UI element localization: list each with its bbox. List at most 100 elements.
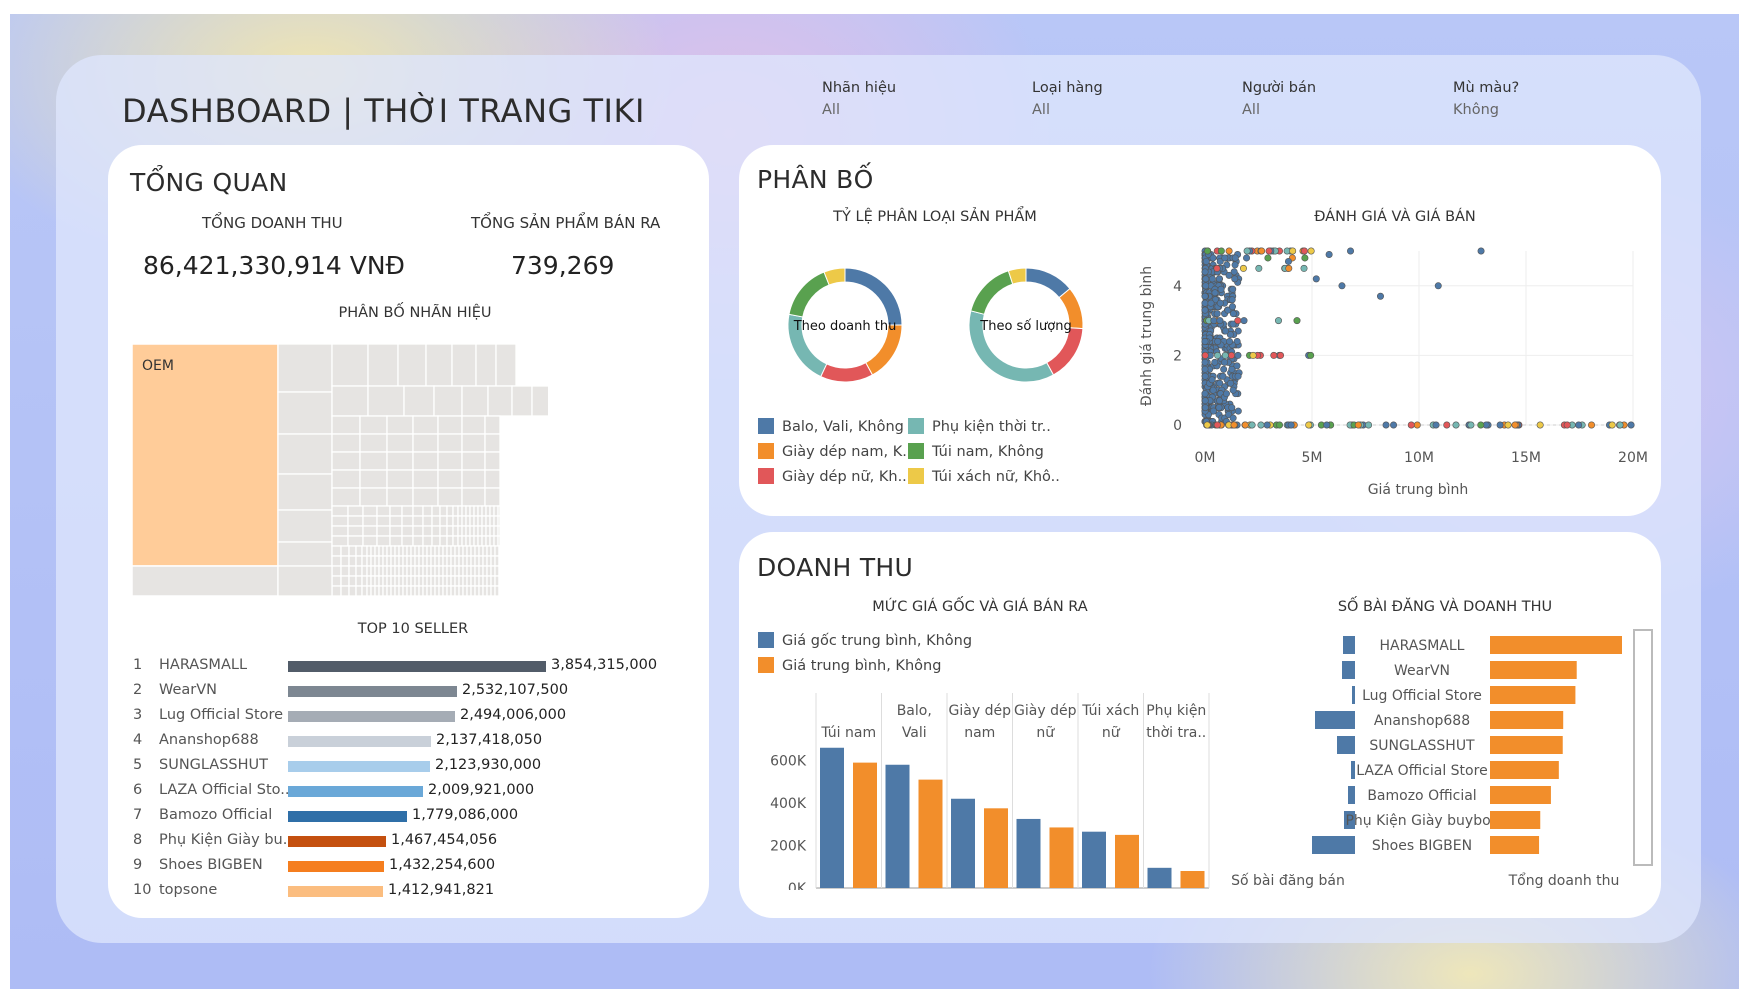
donut-segment[interactable] [820,362,874,383]
scatter-point[interactable] [1338,282,1346,290]
legend-tui-xach[interactable]: Túi xách nữ, Khô.. [908,468,1060,485]
scatter-point[interactable] [1213,264,1221,272]
treemap-cell[interactable] [359,487,388,507]
donut-segment[interactable] [788,271,830,318]
treemap-cell[interactable] [422,525,433,537]
posts-bar[interactable] [1337,736,1355,754]
scatter-point[interactable] [1263,421,1271,429]
filter-brand-value[interactable]: All [822,102,896,118]
posts-bar[interactable] [1312,836,1355,854]
scatter-point[interactable] [1229,386,1237,394]
treemap-cell[interactable] [331,433,361,453]
scatter-point[interactable] [1207,299,1215,307]
treemap-cell[interactable] [412,451,439,471]
scatter-point[interactable] [1222,327,1230,335]
treemap-cell[interactable] [362,515,378,527]
scatter-point[interactable] [1575,421,1583,429]
seller-bar[interactable] [288,686,457,697]
scatter-point[interactable] [1231,254,1239,262]
treemap-cell[interactable] [437,487,463,507]
scatter-point[interactable] [1511,421,1519,429]
scatter-point[interactable] [1209,386,1217,394]
treemap-cell[interactable] [422,505,433,517]
treemap-cell[interactable] [386,415,414,435]
posts-chart-marks[interactable]: HARASMALL WearVN Lug Official Store Anansho… [1312,636,1622,854]
scatter-point[interactable] [1201,268,1209,276]
scatter-point[interactable] [1201,365,1209,373]
treemap-cell[interactable] [361,545,368,557]
scatter-point[interactable] [1227,379,1235,387]
filter-seller[interactable]: Người bán All [1242,80,1316,118]
scatter-point[interactable] [1608,421,1616,429]
scatter-point[interactable] [1201,306,1209,314]
treemap-cell[interactable] [355,585,363,596]
treemap-cell[interactable] [355,555,363,567]
treemap-cell[interactable] [340,565,350,577]
treemap-cell[interactable] [452,515,459,527]
scatter-point[interactable] [1323,421,1331,429]
scatter-point[interactable] [1376,292,1384,300]
donut-segment[interactable] [970,270,1014,315]
brand-treemap[interactable]: OEM [132,344,548,596]
scatter-point[interactable] [1213,421,1221,429]
scatter-point[interactable] [1307,351,1315,359]
scatter-point[interactable] [1240,317,1248,325]
scatter-point[interactable] [1201,397,1209,405]
treemap-cell[interactable] [498,565,501,577]
seller-bar[interactable] [288,711,455,722]
posts-bar[interactable] [1351,761,1355,779]
scatter-point[interactable] [1467,421,1475,429]
treemap-cell[interactable] [359,451,388,471]
donut-segment[interactable] [1025,267,1071,299]
revenue-bar[interactable] [1490,786,1551,804]
scatter-point[interactable] [1228,303,1236,311]
scatter-point[interactable] [1221,254,1229,262]
scatter-point[interactable] [1229,310,1237,318]
treemap-cell[interactable] [331,469,361,489]
treemap-cell[interactable] [361,565,368,577]
scatter-point[interactable] [1226,337,1234,345]
scatter-point[interactable] [1347,247,1355,255]
scatter-point[interactable] [1201,337,1209,345]
treemap-cell[interactable] [487,385,513,417]
sale-price-bar[interactable] [853,762,877,888]
treemap-cell[interactable] [497,505,501,517]
scatter-point[interactable] [1231,275,1239,283]
treemap-cell[interactable] [340,575,350,587]
treemap-cell[interactable] [277,541,333,567]
posts-bar[interactable] [1342,661,1355,679]
scatter-point[interactable] [1228,404,1236,412]
treemap-cell[interactable] [389,535,403,547]
scatter-point[interactable] [1284,257,1292,265]
treemap-cells[interactable] [277,344,548,596]
scatter-point[interactable] [1536,421,1544,429]
scatter-point[interactable] [1443,421,1451,429]
treemap-cell[interactable] [397,344,427,387]
scatter-point[interactable] [1217,285,1225,293]
scatter-point[interactable] [1300,247,1308,255]
treemap-cell[interactable] [484,451,501,471]
seller-bar[interactable] [288,736,431,747]
scatter-point[interactable] [1365,421,1373,429]
scatter-point[interactable] [1413,421,1421,429]
treemap-cell[interactable] [431,535,441,547]
scatter-point[interactable] [1208,376,1216,384]
treemap-cell[interactable] [367,344,399,387]
treemap-cell[interactable] [355,575,363,587]
treemap-cell[interactable] [425,344,453,387]
treemap-cell[interactable] [446,535,454,547]
donut-quantity[interactable]: Theo số lượng [951,250,1101,400]
treemap-cell[interactable] [347,535,364,547]
original-price-bar[interactable] [885,764,910,888]
treemap-cell[interactable] [461,451,486,471]
treemap-cell[interactable] [412,515,424,527]
treemap-cell[interactable] [347,525,364,537]
scatter-point[interactable] [1201,372,1209,380]
treemap-cell[interactable] [495,344,517,387]
scatter-point[interactable] [1563,421,1571,429]
original-price-bar[interactable] [1147,867,1172,888]
seller-bar[interactable] [288,811,407,822]
treemap-cell[interactable] [376,515,391,527]
filter-category-value[interactable]: All [1032,102,1103,118]
scatter-point[interactable] [1213,310,1221,318]
